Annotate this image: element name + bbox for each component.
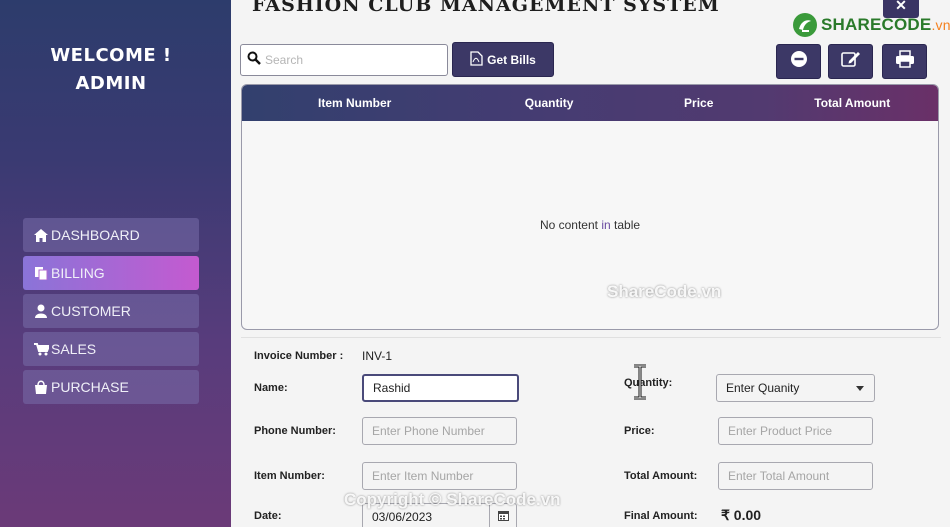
bills-table: Item Number Quantity Price Total Amount … — [241, 84, 939, 330]
welcome-text: WELCOME ! — [50, 45, 172, 66]
column-header[interactable]: Item Number — [242, 96, 467, 110]
welcome-block: WELCOME ! ADMIN — [0, 42, 222, 98]
user-icon — [33, 304, 49, 318]
sidebar-item-label: SALES — [51, 341, 97, 357]
remove-button[interactable] — [776, 44, 821, 79]
phone-number-label: Phone Number: — [254, 425, 336, 437]
cart-icon — [33, 342, 49, 356]
search-input[interactable] — [265, 53, 435, 67]
item-number-field[interactable] — [362, 462, 517, 490]
calendar-icon — [498, 508, 509, 526]
chevron-down-icon — [856, 385, 864, 391]
main-panel: FASHION CLUB MANAGEMENT SYSTEM ✕ Get Bil… — [231, 0, 950, 527]
name-field[interactable] — [362, 374, 519, 402]
get-bills-label: Get Bills — [487, 52, 536, 67]
sidebar-item-purchase[interactable]: PURCHASE — [23, 370, 199, 404]
final-amount-value: ₹ 0.00 — [721, 507, 762, 523]
sharecode-logo: SHARECODE.vn — [792, 12, 950, 38]
empty-text-highlight: in — [601, 218, 611, 232]
price-label: Price: — [624, 425, 655, 437]
home-icon — [33, 228, 49, 242]
empty-text: table — [610, 218, 641, 232]
sidebar-item-label: PURCHASE — [51, 379, 129, 395]
copy-icon — [33, 266, 49, 280]
column-header[interactable]: Total Amount — [767, 96, 939, 110]
table-empty-message: No content in table — [242, 218, 938, 232]
sidebar-item-label: CUSTOMER — [51, 303, 131, 319]
sidebar-item-billing[interactable]: BILLING — [23, 256, 199, 290]
phone-number-field[interactable] — [362, 417, 517, 445]
get-bills-button[interactable]: Get Bills — [452, 42, 554, 77]
pdf-icon — [470, 50, 483, 69]
watermark-center: ShareCode.vn — [607, 282, 722, 301]
admin-name: ADMIN — [75, 73, 147, 94]
sidebar: WELCOME ! ADMIN DASHBOARD BILLING CUSTOM… — [0, 0, 231, 527]
text-cursor-icon — [631, 364, 649, 405]
print-button[interactable] — [882, 44, 927, 79]
app-window: WELCOME ! ADMIN DASHBOARD BILLING CUSTOM… — [0, 0, 950, 527]
page-title: FASHION CLUB MANAGEMENT SYSTEM — [252, 0, 720, 16]
quantity-select[interactable]: Enter Quanity — [716, 374, 875, 402]
sidebar-item-label: BILLING — [51, 265, 105, 281]
edit-button[interactable] — [828, 44, 873, 79]
total-amount-field[interactable] — [718, 462, 873, 490]
price-field[interactable] — [718, 417, 873, 445]
bag-icon — [33, 380, 49, 394]
table-header: Item Number Quantity Price Total Amount — [242, 85, 938, 121]
print-icon — [895, 50, 915, 73]
sidebar-item-sales[interactable]: SALES — [23, 332, 199, 366]
sidebar-item-label: DASHBOARD — [51, 227, 140, 243]
column-header[interactable]: Price — [631, 96, 767, 110]
invoice-number-value: INV-1 — [362, 349, 393, 363]
total-amount-label: Total Amount: — [624, 470, 698, 482]
sidebar-item-customer[interactable]: CUSTOMER — [23, 294, 199, 328]
column-header[interactable]: Quantity — [467, 96, 631, 110]
logo-text: SHARECODE — [821, 15, 932, 34]
empty-text: No content — [539, 218, 602, 232]
name-label: Name: — [254, 382, 288, 394]
remove-icon — [790, 50, 808, 73]
logo-domain: .vn — [931, 17, 950, 33]
date-label: Date: — [254, 510, 282, 522]
search-icon — [247, 51, 261, 70]
quantity-select-value: Enter Quanity — [726, 381, 800, 395]
search-box[interactable] — [240, 44, 448, 76]
watermark-copyright: Copyright © ShareCode.vn — [344, 490, 561, 509]
item-number-label: Item Number: — [254, 470, 325, 482]
divider — [241, 337, 941, 338]
sidebar-item-dashboard[interactable]: DASHBOARD — [23, 218, 199, 252]
invoice-number-label: Invoice Number : — [254, 350, 344, 362]
final-amount-label: Final Amount: — [624, 510, 698, 522]
sharecode-logo-icon — [793, 13, 817, 37]
edit-icon — [840, 50, 861, 73]
